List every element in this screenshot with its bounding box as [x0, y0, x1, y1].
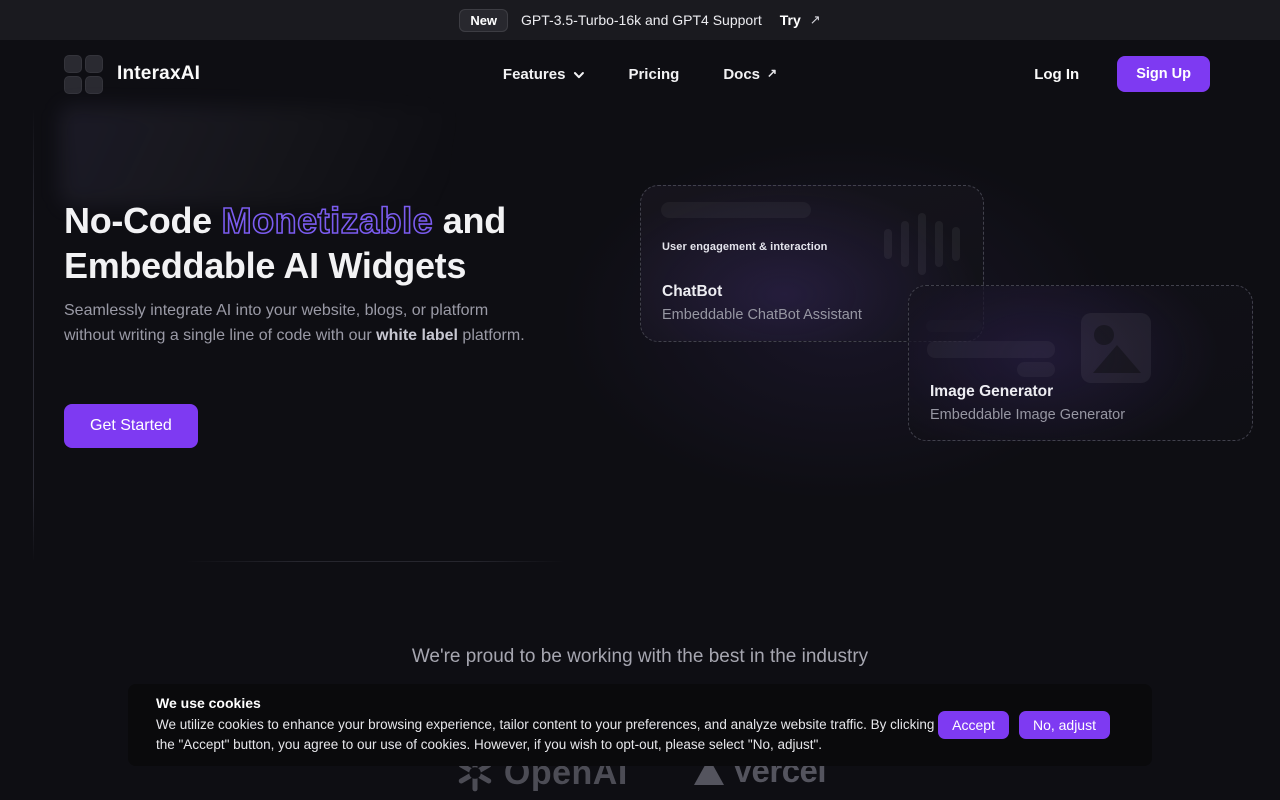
skeleton-pill — [1017, 362, 1055, 377]
arrow-up-right-icon: ↗ — [767, 66, 777, 80]
hero-description: Seamlessly integrate AI into your websit… — [64, 299, 532, 348]
image-card-subtitle: Embeddable Image Generator — [930, 407, 1125, 423]
waveform-bar — [935, 221, 943, 267]
chatbot-card-subtitle: Embeddable ChatBot Assistant — [662, 307, 862, 323]
hero-description-bold: white label — [376, 327, 458, 344]
chatbot-card-tag: User engagement & interaction — [662, 241, 828, 253]
cookie-accept-button[interactable]: Accept — [938, 711, 1009, 739]
hero-title-highlight: Monetizable — [222, 200, 434, 241]
brand-name: InteraxAI — [117, 63, 200, 85]
cookie-banner-message: We utilize cookies to enhance your brows… — [156, 715, 938, 755]
waveform-icon — [884, 213, 960, 275]
hero-glow-decoration — [60, 106, 450, 206]
hero-title: No-Code Monetizable and Embeddable AI Wi… — [64, 198, 549, 288]
nav-links: Features Pricing Docs ↗ — [503, 40, 777, 108]
waveform-bar — [918, 213, 926, 275]
skeleton-pill — [927, 341, 1055, 358]
new-badge: New — [459, 9, 508, 32]
skeleton-pill — [661, 202, 811, 218]
logo-square — [85, 76, 103, 94]
image-icon — [1079, 311, 1153, 385]
logo-square — [64, 76, 82, 94]
logo-square — [85, 55, 103, 73]
login-link[interactable]: Log In — [1034, 66, 1079, 83]
nav-link-label: Features — [503, 66, 566, 83]
chatbot-card-title: ChatBot — [662, 283, 722, 301]
image-generator-feature-card: Image Generator Embeddable Image Generat… — [908, 285, 1253, 441]
get-started-button[interactable]: Get Started — [64, 404, 198, 448]
nav-actions: Log In Sign Up — [1034, 56, 1210, 92]
announcement-bar: New GPT-3.5-Turbo-16k and GPT4 Support T… — [0, 0, 1280, 40]
cookie-banner: We use cookies We utilize cookies to enh… — [128, 684, 1152, 766]
cookie-banner-title: We use cookies — [156, 695, 1136, 711]
nav-link-label: Pricing — [628, 66, 679, 83]
image-card-title: Image Generator — [930, 383, 1053, 401]
partners-heading: We're proud to be working with the best … — [0, 646, 1280, 668]
signup-button[interactable]: Sign Up — [1117, 56, 1210, 92]
decorative-vertical-line — [33, 108, 34, 562]
chevron-down-icon — [572, 69, 584, 81]
hero-title-pre: No-Code — [64, 200, 222, 241]
nav-link-label: Docs — [723, 66, 760, 83]
nav-link-pricing[interactable]: Pricing — [628, 66, 679, 83]
decorative-horizontal-line — [185, 561, 565, 562]
hero-description-post: platform. — [458, 327, 525, 344]
cookie-adjust-button[interactable]: No, adjust — [1019, 711, 1110, 739]
landing-page: New GPT-3.5-Turbo-16k and GPT4 Support T… — [0, 0, 1280, 800]
nav-link-features[interactable]: Features — [503, 66, 585, 83]
arrow-up-right-icon: ↗ — [810, 12, 821, 28]
logo-square — [64, 55, 82, 73]
waveform-bar — [901, 221, 909, 267]
waveform-bar — [952, 227, 960, 261]
navbar: InteraxAI Features Pricing Docs ↗ Log In… — [0, 40, 1280, 108]
logo-grid-icon — [64, 55, 103, 94]
brand-logo[interactable]: InteraxAI — [64, 55, 200, 94]
nav-link-docs[interactable]: Docs ↗ — [723, 66, 777, 83]
waveform-bar — [884, 229, 892, 259]
cookie-banner-actions: Accept No, adjust — [938, 711, 1110, 739]
try-link[interactable]: Try — [780, 12, 801, 28]
announcement-text: GPT-3.5-Turbo-16k and GPT4 Support — [521, 12, 762, 28]
